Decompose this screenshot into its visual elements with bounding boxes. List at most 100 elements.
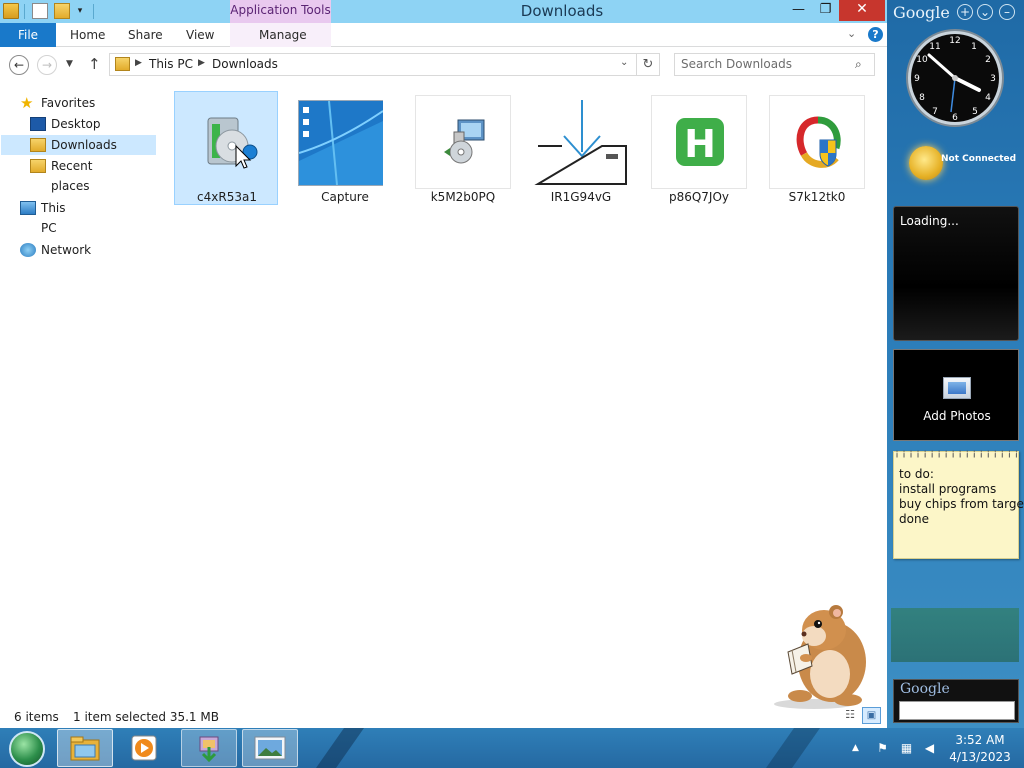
address-history-dropdown-icon[interactable]: ⌄ [620,57,628,68]
tab-file[interactable]: File [0,23,56,47]
breadcrumb-downloads[interactable]: Downloads [212,57,278,71]
svg-text:1: 1 [971,42,977,52]
search-icon[interactable]: ⌕ [855,57,862,72]
restore-button[interactable]: ❐ [812,0,839,21]
item-count: 6 items [14,710,59,724]
help-icon[interactable]: ? [868,27,883,42]
wallpaper-stripe [315,728,365,768]
taskbar-photo-viewer[interactable] [242,729,298,767]
breadcrumb-this-pc[interactable]: This PC [149,57,193,71]
address-bar[interactable]: ▶ This PC ▶ Downloads ⌄ [109,53,637,76]
quick-access-divider [93,4,94,19]
recent-locations-dropdown-icon[interactable]: ▼ [66,59,73,69]
taskbar-installer[interactable] [181,729,237,767]
gadget-options-icon[interactable]: ⌄ [977,4,993,20]
nav-label: Favorites [41,96,96,110]
tab-view[interactable]: View [186,23,214,47]
minimize-sidebar-icon[interactable]: – [999,4,1015,20]
svg-text:11: 11 [929,42,940,52]
application-tools-header: Application Tools [230,0,331,23]
expand-ribbon-icon[interactable]: ⌄ [847,27,856,40]
feed-headlines-gadget[interactable]: Loading... [893,206,1019,341]
tab-home[interactable]: Home [70,23,105,47]
add-photos-label[interactable]: Add Photos [894,409,1020,423]
setup-computer-icon [415,95,511,189]
notes-gadget[interactable]: ¡¡¡¡¡¡¡¡¡¡¡¡¡¡¡¡¡¡ to do: install progra… [893,448,1024,559]
gadget-sidebar: Google + ⌄ – 12 1 2 3 45 6 78 9 10 11 Not Conn… [887,0,1024,728]
taskbar-file-explorer[interactable] [57,729,113,767]
network-status-icon[interactable]: ▦ [899,741,914,755]
file-name: p86Q7JOy [668,190,730,204]
file-item[interactable]: H p86Q7JOy [646,91,750,205]
close-button[interactable]: ✕ [839,0,885,21]
properties-icon[interactable] [32,3,48,19]
note-line[interactable]: to do: [899,467,934,481]
wallpaper-stripe [765,728,821,768]
file-name: Capture [321,190,369,204]
app-folder-icon[interactable] [3,3,19,19]
note-line[interactable]: install programs [899,482,996,496]
network-icon [20,243,36,257]
feed-status: Loading... [900,214,959,228]
downloads-folder-icon [115,57,130,71]
back-button[interactable]: ← [9,55,29,75]
ribbon-tabs: File Home Share View Manage ⌄ ? [0,23,887,47]
weather-gadget[interactable]: Not Connected [903,142,1017,188]
svg-text:7: 7 [932,107,938,117]
weather-status: Not Connected [941,154,1017,164]
nav-label: Recent places [51,159,93,193]
file-item[interactable]: k5M2b0PQ [410,91,514,205]
file-item[interactable]: S7k12tk0 [764,91,868,205]
note-line[interactable]: buy chips from target [899,497,1024,511]
customize-toolbar-dropdown-icon[interactable]: ▾ [75,6,85,16]
hamster-reading-book-image[interactable] [766,600,874,710]
details-view-icon[interactable]: ☷ [842,708,858,723]
search-input[interactable] [681,57,851,71]
recent-places-icon [30,159,46,173]
picture-icon [943,377,971,399]
volume-muted-icon[interactable]: ◀ [922,741,937,755]
file-item[interactable]: IR1G94vG [528,91,632,205]
file-item[interactable]: Capture [292,91,396,205]
breadcrumb-chevron-icon[interactable]: ▶ [135,58,142,68]
minimize-button[interactable]: — [785,0,812,21]
green-h-app-icon: H [651,95,747,189]
gadget-search-input[interactable] [899,701,1015,720]
title-bar[interactable]: ▾ Application Tools Downloads — ❐ ✕ [0,0,887,23]
svg-text:5: 5 [972,107,978,117]
forward-button[interactable]: → [37,55,57,75]
file-name: S7k12tk0 [788,190,846,204]
navigation-pane: ★ Favorites Desktop Downloads Recent pla… [0,88,160,703]
computer-icon [20,201,36,215]
download-tray-icon [533,95,629,189]
refresh-button[interactable]: ↻ [637,53,660,76]
installer-icon [199,736,219,763]
analog-clock-gadget[interactable]: 12 1 2 3 45 6 78 9 10 11 [905,28,1005,128]
file-name: k5M2b0PQ [430,190,496,204]
up-one-level-button[interactable]: ↑ [88,55,101,73]
sidebar-brand: Google [893,3,950,22]
svg-text:8: 8 [919,93,925,103]
slideshow-gadget[interactable]: Add Photos [893,349,1019,441]
search-gadget[interactable]: Google [893,679,1019,723]
file-name: IR1G94vG [550,190,612,204]
start-button[interactable] [9,731,45,767]
note-line[interactable]: done [899,512,929,526]
taskbar-time[interactable]: 3:52 AM [945,733,1015,747]
svg-text:9: 9 [914,74,920,84]
tab-share[interactable]: Share [128,23,163,47]
tab-manage[interactable]: Manage [259,23,307,47]
new-folder-icon[interactable] [54,3,70,19]
action-center-flag-icon[interactable]: ⚑ [875,741,890,755]
search-box[interactable]: ⌕ [674,53,875,76]
search-gadget-brand: Google [900,681,950,697]
file-item[interactable]: c4xR53a1 [174,91,278,205]
photo-viewer-icon [254,736,286,760]
add-gadget-icon[interactable]: + [957,4,973,20]
taskbar-date[interactable]: 4/13/2023 [945,750,1015,764]
show-hidden-icons-icon[interactable]: ▲ [852,743,859,753]
taskbar: ▲ ⚑ ▦ ◀ 3:52 AM 4/13/2023 [0,728,1024,768]
window-title: Downloads [520,2,604,20]
breadcrumb-chevron-icon[interactable]: ▶ [198,58,205,68]
taskbar-media-player[interactable] [120,729,168,767]
